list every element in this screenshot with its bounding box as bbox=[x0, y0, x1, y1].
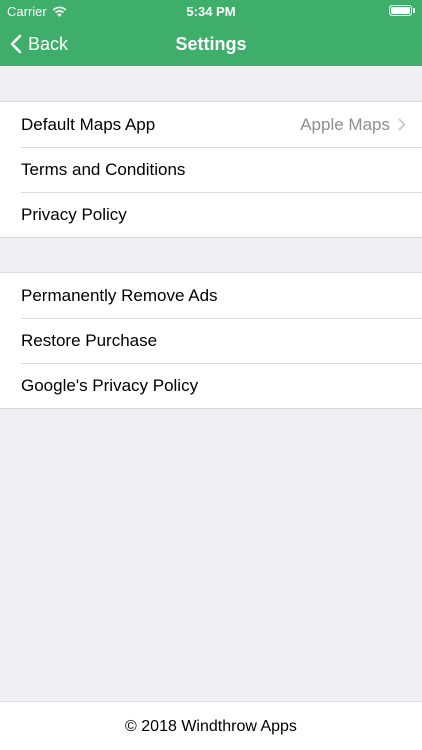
row-label: Privacy Policy bbox=[21, 204, 127, 224]
status-time: 5:34 PM bbox=[186, 4, 236, 19]
app-header: Carrier 5:34 PM Back Settings bbox=[0, 0, 422, 66]
row-label: Default Maps App bbox=[21, 114, 156, 134]
privacy-policy-row[interactable]: Privacy Policy bbox=[0, 192, 422, 237]
battery-cap bbox=[413, 8, 415, 13]
remove-ads-row[interactable]: Permanently Remove Ads bbox=[0, 273, 422, 318]
battery-icon bbox=[389, 5, 412, 16]
settings-group-purchases: Permanently Remove Ads Restore Purchase … bbox=[0, 272, 422, 409]
restore-purchase-row[interactable]: Restore Purchase bbox=[0, 318, 422, 363]
default-maps-app-row[interactable]: Default Maps App Apple Maps bbox=[0, 102, 422, 147]
google-privacy-policy-row[interactable]: Google's Privacy Policy bbox=[0, 363, 422, 408]
status-bar: Carrier 5:34 PM bbox=[0, 0, 422, 22]
page-title: Settings bbox=[175, 34, 247, 54]
row-label: Google's Privacy Policy bbox=[21, 375, 199, 395]
row-label: Restore Purchase bbox=[21, 330, 158, 350]
terms-and-conditions-row[interactable]: Terms and Conditions bbox=[0, 147, 422, 192]
settings-group-maps-legal: Default Maps App Apple Maps Terms and Co… bbox=[0, 101, 422, 238]
row-label: Terms and Conditions bbox=[21, 159, 186, 179]
row-value: Apple Maps bbox=[300, 114, 390, 134]
chevron-right-icon bbox=[398, 118, 406, 131]
row-label: Permanently Remove Ads bbox=[21, 285, 218, 305]
copyright-footer: © 2018 Windthrow Apps bbox=[0, 701, 422, 750]
navigation-bar: Back Settings bbox=[0, 22, 422, 66]
